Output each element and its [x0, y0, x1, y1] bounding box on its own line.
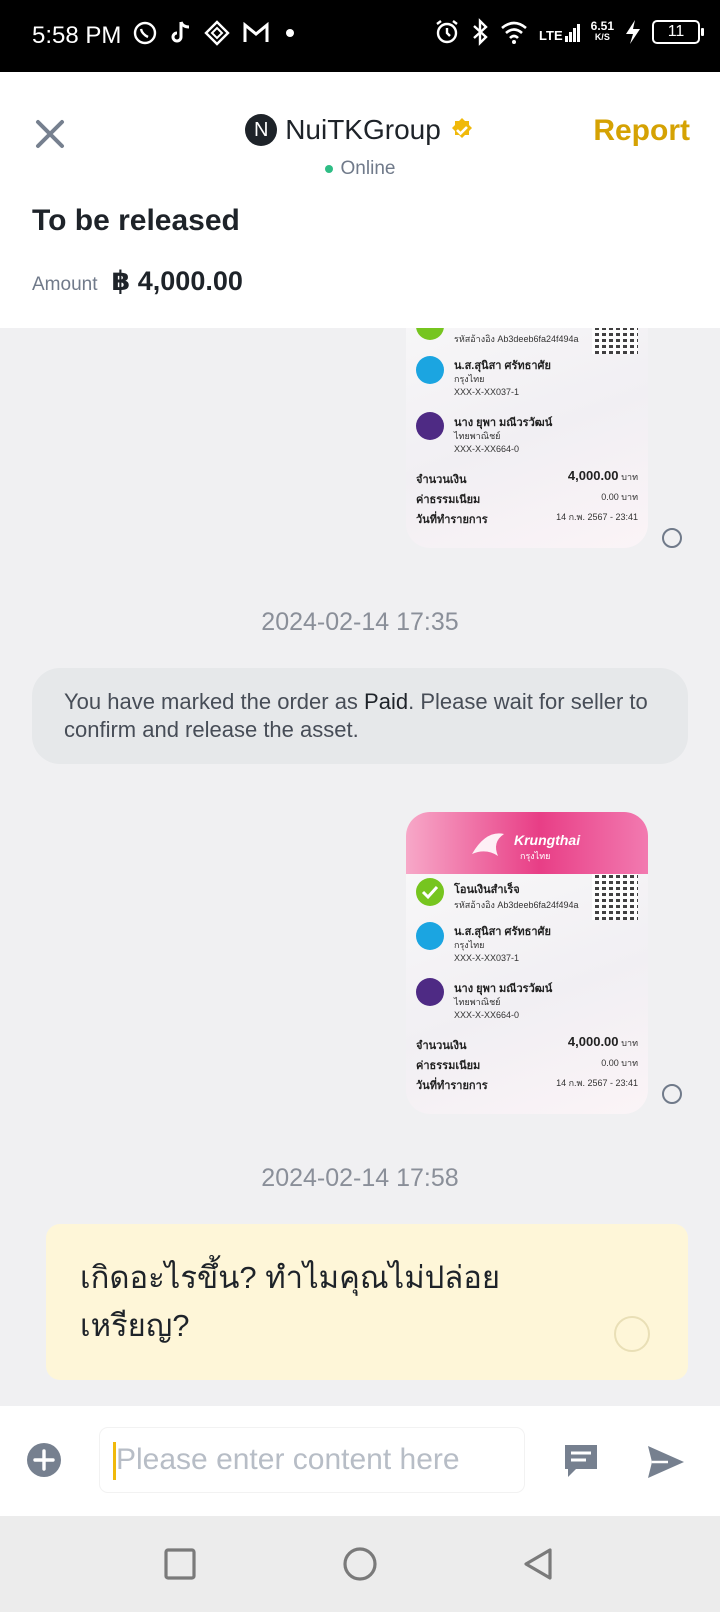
slip-fee: 0.00 บาท: [601, 1058, 638, 1068]
online-dot-icon: [324, 165, 333, 173]
wifi-icon: [501, 21, 527, 44]
quick-reply-icon[interactable]: [562, 1442, 600, 1480]
receiver-bank: ไทยพาณิชย์: [454, 431, 501, 441]
slip-amount: 4,000.00: [567, 1034, 619, 1049]
message-input[interactable]: [100, 1428, 524, 1492]
qr-code-icon: [592, 874, 638, 920]
slip-brand-sub: กรุงไทย: [520, 851, 551, 861]
receiver-account: XXX-X-XX664-0: [454, 1010, 520, 1020]
counterparty-name: NuiTKGroup: [285, 114, 441, 145]
slip-body: โอนเงินสำเร็จ รหัสอ้างอิง Ab3deeb6fa24f4…: [406, 328, 648, 548]
receiver-bank: ไทยพาณิชย์: [454, 997, 501, 1007]
message-timestamp: 2024-02-14 17:35: [261, 608, 459, 636]
message-input-field[interactable]: [100, 1428, 524, 1492]
order-header: N NuiTKGroup Online Report To be release…: [0, 72, 720, 328]
message-input-bar: [0, 1406, 720, 1516]
krungthai-bird-icon: [472, 833, 504, 856]
back-icon[interactable]: [520, 1546, 556, 1582]
tiktok-icon: [171, 21, 190, 43]
sender-bank: กรุงไทย: [454, 374, 485, 384]
online-label: Online: [340, 158, 396, 179]
slip-amount-row: 4,000.00 บาท: [416, 468, 638, 484]
network-type: LTE: [539, 28, 563, 43]
battery-icon: 11: [652, 20, 704, 44]
sender-bank: กรุงไทย: [454, 940, 485, 950]
report-button[interactable]: Report: [593, 114, 690, 148]
qr-code-icon: [592, 328, 638, 354]
system-message: You have marked the order as Paid. Pleas…: [32, 668, 688, 764]
notification-icons: [132, 20, 298, 46]
scb-logo-icon: [416, 412, 444, 440]
sender-account: XXX-X-XX037-1: [454, 953, 520, 963]
signal-indicator: LTE: [539, 22, 581, 42]
page-title: To be released: [32, 204, 240, 237]
slip-amount-unit: บาท: [621, 472, 638, 482]
slip-banner: Krungthai กรุงไทย: [406, 812, 648, 874]
whatsapp-icon: [133, 21, 157, 45]
krungthai-logo-icon: [416, 922, 444, 950]
slip-amount-row: 4,000.00 บาท: [416, 1034, 638, 1050]
speed-value: 6.51: [590, 19, 614, 33]
scb-logo-icon: [416, 978, 444, 1006]
online-status: Online: [0, 158, 720, 180]
signal-icon: [564, 24, 580, 42]
payment-slip-image[interactable]: Krungthai กรุงไทย โอนเงินสำเร็จ รหัสอ้าง…: [406, 328, 648, 548]
payment-slip-image[interactable]: Krungthai กรุงไทย โอนเงินสำเร็จ รหัสอ้าง…: [406, 812, 648, 1114]
slip-body: โอนเงินสำเร็จ รหัสอ้างอิง Ab3deeb6fa24f4…: [406, 874, 648, 1114]
amount-value: ฿ 4,000.00: [111, 266, 243, 296]
alarm-icon: [436, 20, 458, 44]
add-attachment-icon[interactable]: [26, 1442, 62, 1478]
system-navigation-bar: [0, 1516, 720, 1612]
sys-msg-paid: Paid: [364, 689, 409, 714]
bluetooth-icon: [473, 18, 488, 46]
slip-amount-unit: บาท: [621, 1038, 638, 1048]
receiver-account: XXX-X-XX664-0: [454, 444, 520, 454]
slip-brand: Krungthai: [514, 832, 581, 848]
network-speed: 6.51 K/S: [590, 19, 614, 43]
charging-icon: [626, 20, 640, 44]
recents-icon[interactable]: [162, 1546, 198, 1582]
read-status-icon: [614, 1316, 650, 1352]
home-icon[interactable]: [342, 1546, 378, 1582]
send-icon[interactable]: [646, 1444, 686, 1480]
text-caret: [113, 1442, 116, 1480]
check-icon: [416, 328, 444, 340]
slip-fee: 0.00 บาท: [601, 492, 638, 502]
my-message-bubble[interactable]: เกิดอะไรขึ้น? ทำไมคุณไม่ปล่อยเหรียญ?: [46, 1224, 688, 1380]
slip-date: 14 ก.พ. 2567 - 23:41: [556, 512, 638, 522]
chat-area[interactable]: Krungthai กรุงไทย โอนเงินสำเร็จ รหัสอ้าง…: [0, 328, 720, 1406]
slip-amount: 4,000.00: [567, 468, 619, 483]
message-timestamp: 2024-02-14 17:58: [261, 1164, 459, 1192]
sys-msg-text-before: You have marked the order as: [64, 689, 365, 714]
dot-icon: [286, 29, 294, 37]
speed-unit: K/S: [594, 32, 610, 42]
app-icon: [204, 20, 230, 46]
verified-badge-icon: [451, 118, 472, 138]
avatar: N: [245, 114, 278, 146]
read-status-icon: [662, 1084, 682, 1104]
amount-label: Amount: [32, 274, 98, 295]
sender-account: XXX-X-XX037-1: [454, 387, 520, 397]
gmail-icon: [243, 22, 269, 42]
system-icons: LTE 6.51 K/S 11: [433, 18, 704, 46]
status-bar: 5:58 PM LTE 6.51 K/S 11: [0, 0, 720, 72]
amount-row: Amount ฿ 4,000.00: [32, 266, 243, 297]
my-message-text: เกิดอะไรขึ้น? ทำไมคุณไม่ปล่อยเหรียญ?: [80, 1260, 501, 1343]
krungthai-logo-icon: [416, 356, 444, 384]
check-icon: [416, 878, 444, 906]
status-time: 5:58 PM: [32, 22, 122, 49]
read-status-icon: [662, 528, 682, 548]
slip-date: 14 ก.พ. 2567 - 23:41: [556, 1078, 638, 1088]
